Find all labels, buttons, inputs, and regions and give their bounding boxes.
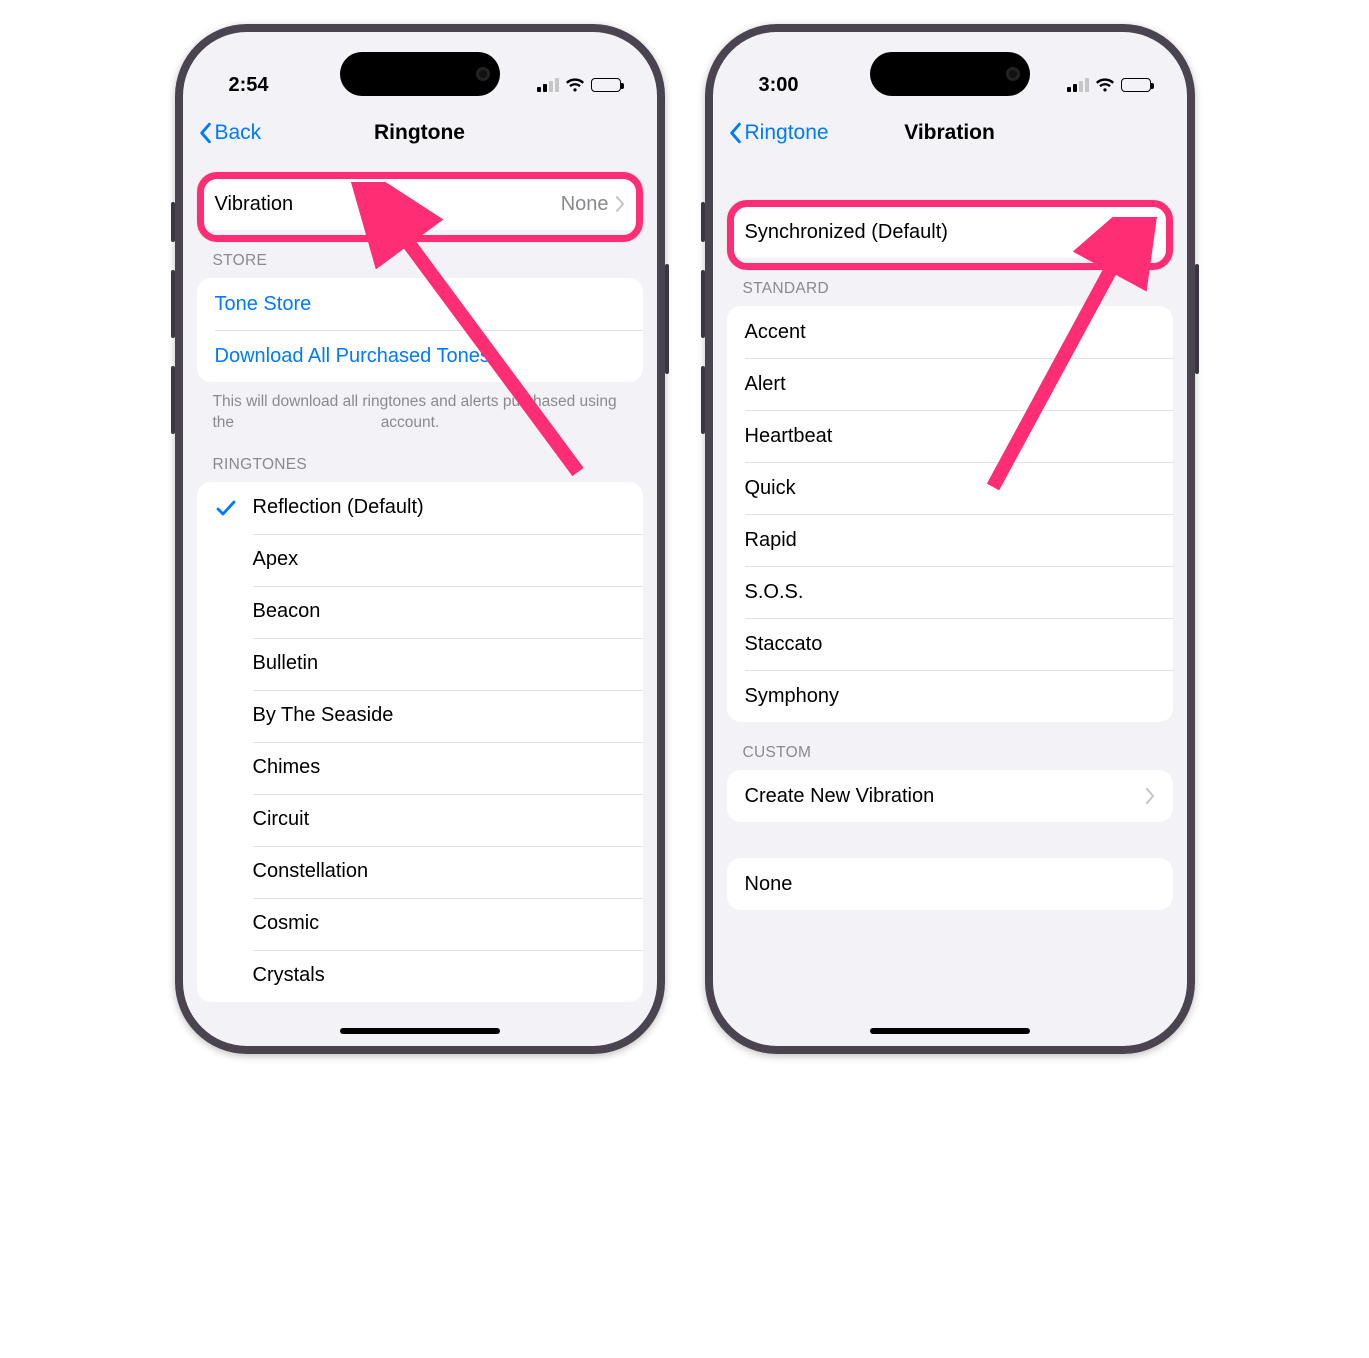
ringtone-row[interactable]: Beacon — [197, 586, 643, 638]
download-all-row[interactable]: Download All Purchased Tones — [197, 330, 643, 382]
ringtones-header: RINGTONES — [183, 434, 657, 482]
store-group: Tone Store Download All Purchased Tones — [197, 278, 643, 382]
row-label: Synchronized (Default) — [745, 221, 948, 244]
vibration-row[interactable]: Symphony — [727, 670, 1173, 722]
row-label: Create New Vibration — [745, 785, 935, 808]
row-label: S.O.S. — [745, 581, 804, 604]
synchronized-default-row[interactable]: Synchronized (Default) — [727, 206, 1173, 258]
home-indicator — [870, 1028, 1030, 1034]
row-label: Symphony — [745, 685, 840, 708]
row-label: Circuit — [253, 808, 310, 831]
row-label: Beacon — [253, 600, 321, 623]
chevron-left-icon — [197, 122, 213, 144]
content: Vibration None STORE Tone Store Download… — [183, 162, 657, 1042]
chevron-right-icon — [615, 196, 625, 212]
row-label: Rapid — [745, 529, 797, 552]
home-indicator — [340, 1028, 500, 1034]
phone-left: 2:54 Back Ringtone Vibration None — [175, 24, 665, 1054]
vibration-value: None — [561, 193, 609, 216]
wifi-icon — [565, 77, 585, 93]
back-label: Ringtone — [745, 121, 829, 145]
side-buttons-left — [701, 202, 705, 462]
nav-header: Ringtone Vibration — [713, 110, 1187, 162]
ringtone-row[interactable]: Chimes — [197, 742, 643, 794]
row-label: Alert — [745, 373, 786, 396]
row-label: By The Seaside — [253, 704, 394, 727]
row-label: Quick — [745, 477, 796, 500]
vibration-row[interactable]: Alert — [727, 358, 1173, 410]
ringtone-row[interactable]: Cosmic — [197, 898, 643, 950]
back-button[interactable]: Back — [197, 121, 262, 145]
none-row[interactable]: None — [727, 858, 1173, 910]
ringtone-row[interactable]: Apex — [197, 534, 643, 586]
row-label: None — [745, 873, 793, 896]
custom-header: CUSTOM — [713, 722, 1187, 770]
vibration-row[interactable]: Staccato — [727, 618, 1173, 670]
store-header: STORE — [183, 230, 657, 278]
chevron-right-icon — [1145, 788, 1155, 804]
vibration-row[interactable]: S.O.S. — [727, 566, 1173, 618]
row-label: Chimes — [253, 756, 321, 779]
ringtone-row[interactable]: Bulletin — [197, 638, 643, 690]
dynamic-island — [340, 52, 500, 96]
standard-header: STANDARD — [713, 258, 1187, 306]
ringtone-row[interactable]: By The Seaside — [197, 690, 643, 742]
side-buttons-left — [171, 202, 175, 462]
content: Synchronized (Default) STANDARD Accent Al… — [713, 162, 1187, 1042]
row-label: Constellation — [253, 860, 369, 883]
back-label: Back — [215, 121, 262, 145]
row-label: Staccato — [745, 633, 823, 656]
back-button[interactable]: Ringtone — [727, 121, 829, 145]
ringtone-row[interactable]: Crystals — [197, 950, 643, 1002]
battery-icon — [1121, 78, 1151, 92]
cellular-icon — [1067, 78, 1089, 92]
row-label: Heartbeat — [745, 425, 833, 448]
wifi-icon — [1095, 77, 1115, 93]
side-button-right — [1195, 264, 1199, 374]
standard-group: Accent Alert Heartbeat Quick Rapid S.O.S. Stac… — [727, 306, 1173, 722]
row-label: Accent — [745, 321, 806, 344]
row-label: Cosmic — [253, 912, 320, 935]
create-new-vibration-row[interactable]: Create New Vibration — [727, 770, 1173, 822]
vibration-row[interactable]: Heartbeat — [727, 410, 1173, 462]
row-label: Bulletin — [253, 652, 319, 675]
none-group: None — [727, 858, 1173, 910]
nav-header: Back Ringtone — [183, 110, 657, 162]
row-label: Download All Purchased Tones — [215, 345, 490, 368]
default-group: Synchronized (Default) — [727, 206, 1173, 258]
ringtone-row[interactable]: Reflection (Default) — [197, 482, 643, 534]
vibration-label: Vibration — [215, 193, 294, 216]
phone-right: 3:00 Ringtone Vibration Synchronized (De… — [705, 24, 1195, 1054]
checkmark-icon — [215, 497, 237, 519]
checkmark-icon — [1133, 221, 1155, 243]
row-label: Tone Store — [215, 293, 312, 316]
ringtone-row[interactable]: Circuit — [197, 794, 643, 846]
ringtones-group: Reflection (Default) Apex Beacon Bulletin By… — [197, 482, 643, 1002]
row-label: Reflection (Default) — [253, 496, 424, 519]
ringtone-row[interactable]: Constellation — [197, 846, 643, 898]
vibration-row[interactable]: Rapid — [727, 514, 1173, 566]
vibration-row[interactable]: Quick — [727, 462, 1173, 514]
vibration-row[interactable]: Vibration None — [197, 178, 643, 230]
vibration-row[interactable]: Accent — [727, 306, 1173, 358]
status-time: 3:00 — [759, 74, 799, 97]
custom-group: Create New Vibration — [727, 770, 1173, 822]
row-label: Crystals — [253, 964, 325, 987]
chevron-left-icon — [727, 122, 743, 144]
store-footer: This will download all ringtones and ale… — [183, 382, 657, 434]
tone-store-row[interactable]: Tone Store — [197, 278, 643, 330]
dynamic-island — [870, 52, 1030, 96]
cellular-icon — [537, 78, 559, 92]
row-label: Apex — [253, 548, 299, 571]
side-button-right — [665, 264, 669, 374]
status-time: 2:54 — [229, 74, 269, 97]
battery-icon — [591, 78, 621, 92]
vibration-group: Vibration None — [197, 178, 643, 230]
